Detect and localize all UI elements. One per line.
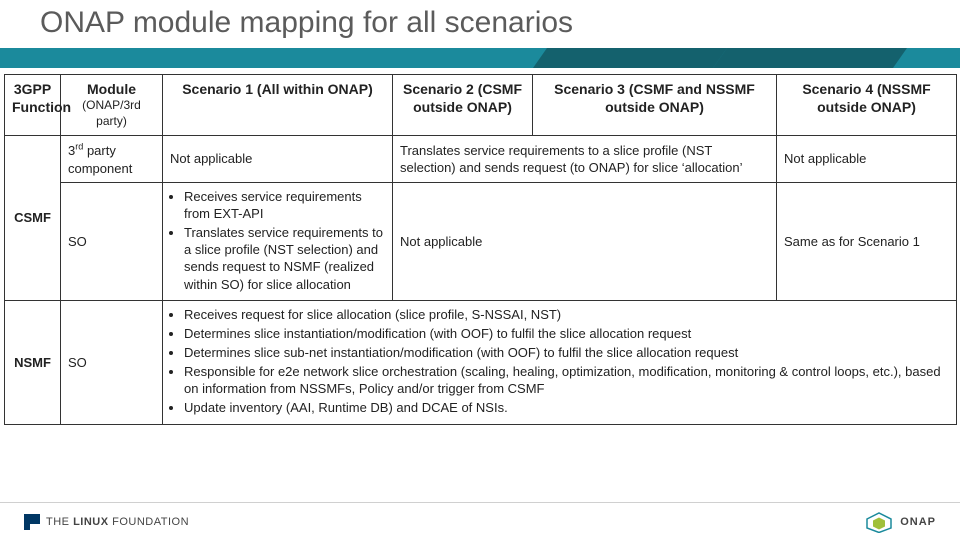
- lf-foundation: FOUNDATION: [112, 516, 189, 528]
- col-scenario-2: Scenario 2 (CSMF outside ONAP): [393, 75, 533, 136]
- table-row: SO Receives service requirements from EX…: [5, 182, 957, 300]
- lf-linux: LINUX: [73, 516, 109, 528]
- col-module-main: Module: [87, 81, 136, 97]
- so-s1-bullets: Receives service requirements from EXT-A…: [170, 188, 385, 293]
- table-header-row: 3GPP Function Module (ONAP/3rd party) Sc…: [5, 75, 957, 136]
- table-row: NSMF SO Receives request for slice alloc…: [5, 300, 957, 424]
- cell-third-party-s23: Translates service requirements to a sli…: [393, 136, 777, 183]
- cell-third-party-module: 3rd party component: [61, 136, 163, 183]
- list-item: Receives request for slice allocation (s…: [184, 306, 949, 323]
- cell-nsmf-body: Receives request for slice allocation (s…: [163, 300, 957, 424]
- list-item: Responsible for e2e network slice orches…: [184, 363, 949, 397]
- onap-icon: [864, 511, 894, 533]
- list-item: Update inventory (AAI, Runtime DB) and D…: [184, 399, 949, 416]
- col-scenario-3: Scenario 3 (CSMF and NSSMF outside ONAP): [533, 75, 777, 136]
- list-item: Translates service requirements to a sli…: [184, 224, 385, 293]
- cell-third-party-s1: Not applicable: [163, 136, 393, 183]
- cell-nsmf-label: NSMF: [5, 300, 61, 424]
- cell-so-module: SO: [61, 182, 163, 300]
- nsmf-bullets: Receives request for slice allocation (s…: [170, 306, 949, 417]
- onap-logo: ONAP: [864, 511, 936, 533]
- mapping-table: 3GPP Function Module (ONAP/3rd party) Sc…: [4, 74, 957, 425]
- col-module-sub: (ONAP/3rd party): [68, 98, 155, 130]
- linux-foundation-text: THE LINUX FOUNDATION: [46, 516, 189, 528]
- cell-so-s1: Receives service requirements from EXT-A…: [163, 182, 393, 300]
- cell-csmf-label: CSMF: [5, 136, 61, 301]
- col-scenario-4: Scenario 4 (NSSMF outside ONAP): [777, 75, 957, 136]
- linux-foundation-logo: THE LINUX FOUNDATION: [24, 514, 189, 530]
- linux-foundation-icon: [24, 514, 40, 530]
- cell-so-s23: Not applicable: [393, 182, 777, 300]
- col-3gpp-function: 3GPP Function: [5, 75, 61, 136]
- mapping-table-wrap: 3GPP Function Module (ONAP/3rd party) Sc…: [0, 68, 960, 425]
- onap-text: ONAP: [900, 516, 936, 528]
- footer: THE LINUX FOUNDATION ONAP: [0, 502, 960, 540]
- col-scenario-1: Scenario 1 (All within ONAP): [163, 75, 393, 136]
- page-title: ONAP module mapping for all scenarios: [40, 6, 573, 40]
- header: ONAP module mapping for all scenarios: [0, 0, 960, 68]
- list-item: Determines slice instantiation/modificat…: [184, 325, 949, 342]
- list-item: Receives service requirements from EXT-A…: [184, 188, 385, 222]
- table-row: CSMF 3rd party component Not applicable …: [5, 136, 957, 183]
- lf-the: THE: [46, 516, 70, 528]
- cell-third-party-s4: Not applicable: [777, 136, 957, 183]
- col-module: Module (ONAP/3rd party): [61, 75, 163, 136]
- cell-nsmf-module: SO: [61, 300, 163, 424]
- header-band: [0, 48, 960, 68]
- list-item: Determines slice sub-net instantiation/m…: [184, 344, 949, 361]
- cell-so-s4: Same as for Scenario 1: [777, 182, 957, 300]
